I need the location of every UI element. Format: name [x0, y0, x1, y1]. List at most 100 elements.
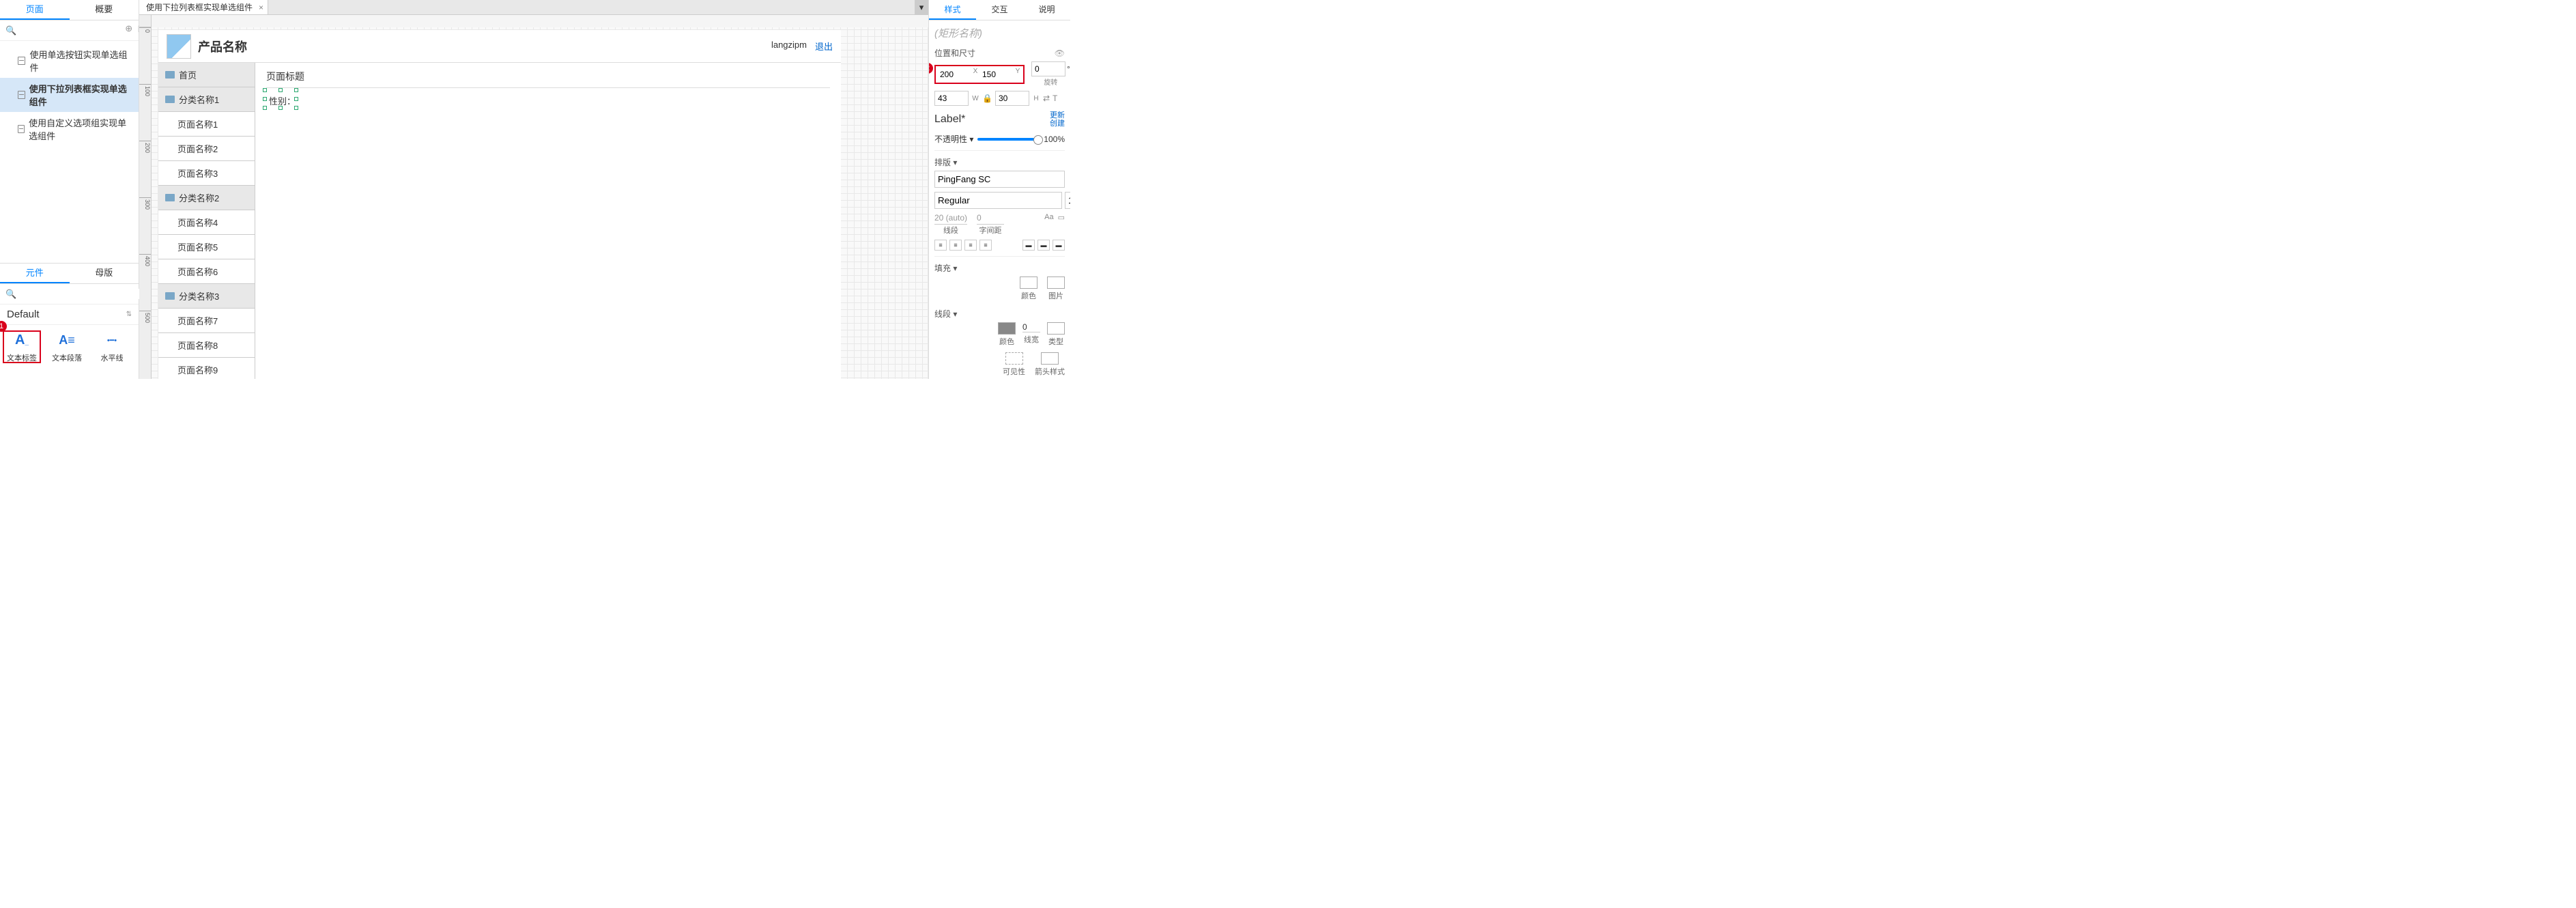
sidenav-page[interactable]: 页面名称6 [158, 259, 255, 284]
letter-spacing-label: 字间距 [979, 225, 1002, 236]
library-select[interactable]: Default ⇅ [0, 304, 139, 325]
valign-middle-icon[interactable]: ▬ [1037, 240, 1050, 251]
text-tool-icon[interactable]: T [1053, 94, 1057, 103]
tab-widgets[interactable]: 元件 [0, 264, 70, 283]
align-justify-icon[interactable]: ≡ [979, 240, 992, 251]
page-frame: 产品名称 langzipm 退出 首页分类名称1页面名称1页面名称2页面名称3分… [158, 30, 841, 379]
add-page-icon[interactable]: ⊕ [125, 23, 132, 38]
sidenav-page[interactable]: 页面名称1 [158, 112, 255, 137]
tabs-dropdown-icon[interactable]: ▾ [915, 0, 928, 14]
visibility-box[interactable] [1005, 352, 1023, 365]
line-height-label: 线段 [943, 225, 958, 236]
sidenav-page[interactable]: 页面名称4 [158, 210, 255, 235]
section-typography: 排版 ▾ [934, 156, 957, 168]
tab-outline[interactable]: 概要 [70, 0, 139, 20]
line-width-input[interactable]: 0 [1022, 322, 1040, 332]
sidenav-page[interactable]: 页面名称2 [158, 137, 255, 161]
opacity-value[interactable]: 100% [1044, 134, 1065, 144]
sidenav-page[interactable]: 页面名称7 [158, 309, 255, 333]
line-width-label: 线宽 [1024, 334, 1039, 345]
canvas-scroll[interactable]: 产品名称 langzipm 退出 首页分类名称1页面名称1页面名称2页面名称3分… [152, 27, 928, 379]
visibility-label: 可见性 [1003, 366, 1025, 377]
align-left-icon[interactable]: ≡ [934, 240, 947, 251]
tab-masters[interactable]: 母版 [70, 264, 139, 283]
pages-search-row: 🔍 ⊕ 🗀 [0, 20, 139, 41]
widget-hline[interactable]: •━•水平线 [93, 330, 131, 363]
fill-image-label: 图片 [1048, 290, 1063, 301]
folder-icon [165, 96, 175, 103]
flip-h-icon[interactable]: ⇄ [1043, 94, 1050, 103]
page-icon [18, 125, 25, 133]
section-fill: 填充 ▾ [934, 262, 957, 274]
left-panel: 页面 概要 🔍 ⊕ 🗀 使用单选按钮实现单选组件使用下拉列表框实现单选组件使用自… [0, 0, 139, 379]
text-options-icon[interactable]: ▭ [1058, 213, 1065, 236]
valign-bottom-icon[interactable]: ▬ [1053, 240, 1065, 251]
height-input[interactable] [995, 91, 1029, 106]
tab-style[interactable]: 样式 [929, 0, 976, 20]
y-input[interactable] [979, 68, 1014, 81]
style-label-field[interactable]: Label* [934, 113, 965, 126]
widget-text-paragraph[interactable]: A≡文本段落 [48, 330, 86, 363]
line-type-label: 类型 [1048, 336, 1063, 347]
font-size-input[interactable] [1065, 192, 1070, 209]
font-weight-select[interactable] [934, 192, 1062, 209]
tab-notes[interactable]: 说明 [1023, 0, 1070, 20]
line-color-label: 颜色 [999, 336, 1014, 347]
arrow-style-select[interactable] [1041, 352, 1059, 365]
line-color-swatch[interactable] [998, 322, 1016, 335]
document-tab[interactable]: 使用下拉列表框实现单选组件 × [139, 0, 268, 14]
search-icon: 🔍 [5, 25, 16, 36]
sidenav-category[interactable]: 分类名称2 [158, 186, 255, 210]
sidenav-page[interactable]: 页面名称9 [158, 358, 255, 379]
folder-icon [165, 71, 175, 79]
ruler-vertical: 0100200300400500 [139, 27, 152, 379]
pages-search-input[interactable] [19, 26, 125, 36]
sidenav-category[interactable]: 分类名称3 [158, 284, 255, 309]
page-tree-item[interactable]: 使用单选按钮实现单选组件 [0, 44, 139, 78]
logo-placeholder [167, 34, 191, 59]
align-right-icon[interactable]: ≡ [964, 240, 977, 251]
h-label: H [1032, 95, 1040, 102]
sidenav-category[interactable]: 首页 [158, 63, 255, 87]
fill-color-swatch[interactable] [1020, 276, 1037, 289]
width-input[interactable] [934, 91, 969, 106]
prototype-header: 产品名称 langzipm 退出 [158, 30, 841, 63]
lock-aspect-icon[interactable]: 🔒 [982, 94, 992, 103]
line-height-input[interactable]: 20 (auto) [934, 213, 967, 225]
update-create-link[interactable]: 更新 创建 [1050, 111, 1065, 128]
w-label: W [971, 95, 979, 102]
sidenav-page[interactable]: 页面名称5 [158, 235, 255, 259]
tab-pages[interactable]: 页面 [0, 0, 70, 20]
font-family-select[interactable] [934, 171, 1065, 188]
align-center-icon[interactable]: ≡ [949, 240, 962, 251]
prototype-main: 页面标题 性别： [255, 63, 841, 379]
document-tabs: 使用下拉列表框实现单选组件 × ▾ [139, 0, 928, 15]
page-tree-item[interactable]: 使用下拉列表框实现单选组件 [0, 78, 139, 112]
page-tree: 使用单选按钮实现单选组件使用下拉列表框实现单选组件使用自定义选项组实现单选组件 [0, 41, 139, 263]
opacity-slider[interactable] [977, 138, 1040, 141]
letter-spacing-input[interactable]: 0 [977, 213, 1004, 225]
username-label: langzipm [771, 40, 807, 53]
shape-name-input[interactable]: (矩形名称) [934, 26, 1065, 40]
sidenav-category[interactable]: 分类名称1 [158, 87, 255, 112]
opacity-label: 不透明性 ▾ [934, 133, 973, 145]
line-type-select[interactable] [1047, 322, 1065, 335]
x-input[interactable] [937, 68, 971, 81]
folder-icon [165, 292, 175, 300]
logout-link[interactable]: 退出 [815, 40, 833, 53]
sidenav-page[interactable]: 页面名称3 [158, 161, 255, 186]
visibility-toggle-icon[interactable]: 👁 [1055, 48, 1065, 58]
tab-interact[interactable]: 交互 [976, 0, 1023, 20]
ruler-corner [139, 15, 152, 27]
valign-top-icon[interactable]: ▬ [1022, 240, 1035, 251]
widget-text-label[interactable]: A_文本标签 [3, 330, 41, 363]
rotation-input[interactable] [1031, 61, 1065, 76]
page-tree-item[interactable]: 使用自定义选项组实现单选组件 [0, 112, 139, 146]
sidenav-page[interactable]: 页面名称8 [158, 333, 255, 358]
page-icon [18, 91, 25, 99]
text-case-icon[interactable]: Aa [1044, 213, 1053, 236]
close-icon[interactable]: × [259, 3, 263, 12]
fill-image-swatch[interactable] [1047, 276, 1065, 289]
widget-search-input[interactable] [19, 289, 140, 299]
search-icon: 🔍 [5, 289, 16, 300]
